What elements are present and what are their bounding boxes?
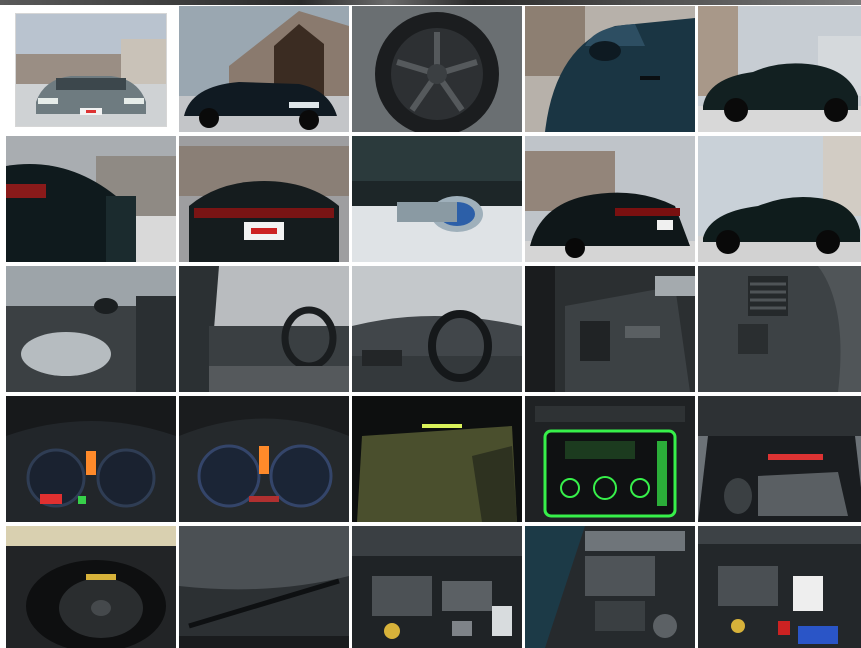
photo-thumb-air-vent[interactable] <box>698 266 861 392</box>
previous-row-strip <box>0 0 861 5</box>
photo-thumb-rear-view[interactable] <box>179 136 349 262</box>
photo-thumb-instrument-cluster[interactable] <box>6 396 176 522</box>
photo-thumb-engine-bay[interactable] <box>352 526 522 648</box>
photo-thumb-spare-tire[interactable] <box>6 526 176 648</box>
photo-thumb-instrument-cluster-2[interactable] <box>179 396 349 522</box>
photo-grid <box>6 6 861 648</box>
photo-thumb-rear-left-quarter[interactable] <box>6 136 176 262</box>
photo-thumb-front-view[interactable] <box>6 6 176 132</box>
photo-thumb-trunk-open[interactable] <box>698 396 861 522</box>
photo-thumb-side-profile-right[interactable] <box>698 136 861 262</box>
photo-thumb-door-panel-detail[interactable] <box>525 266 695 392</box>
photo-thumb-left-side-mirror[interactable] <box>525 6 695 132</box>
photo-thumb-dashboard-steering[interactable] <box>352 266 522 392</box>
photo-thumb-windshield-wiper[interactable] <box>179 526 349 648</box>
photo-front-view <box>16 14 166 126</box>
photo-thumb-cabin-interior[interactable] <box>179 266 349 392</box>
photo-thumb-rear-right-quarter[interactable] <box>525 136 695 262</box>
photo-thumb-side-profile[interactable] <box>698 6 861 132</box>
photo-thumb-front-left-view[interactable] <box>179 6 349 132</box>
photo-thumb-door-interior[interactable] <box>6 266 176 392</box>
photo-thumb-engine-bay-right[interactable] <box>698 526 861 648</box>
photo-thumb-stereo-head-unit[interactable] <box>525 396 695 522</box>
photo-thumb-wheel-rim[interactable] <box>352 6 522 132</box>
photo-thumb-trunk-floor[interactable] <box>352 396 522 522</box>
photo-thumb-engine-bay-left[interactable] <box>525 526 695 648</box>
photo-thumb-exhaust-tip[interactable] <box>352 136 522 262</box>
